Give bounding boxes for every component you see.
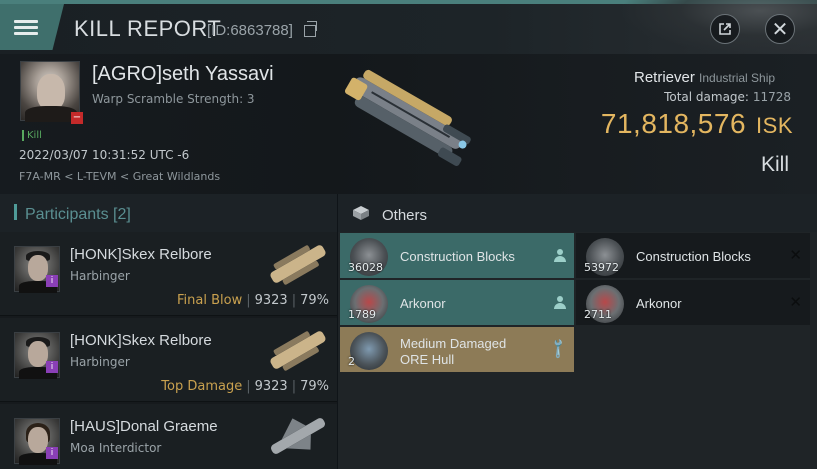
close-icon: ✕ xyxy=(771,17,789,41)
item-row[interactable]: 53972 Construction Blocks ✕ xyxy=(576,233,810,278)
participant-stats: Final Blow | 9323 | 79% xyxy=(177,293,329,308)
participant-tag: Top Damage xyxy=(161,379,243,394)
kill-report-header: KILL REPORT [ID:6863788] ✕ xyxy=(0,0,817,54)
isk-unit: ISK xyxy=(756,113,793,138)
isk-amount: 71,818,576 xyxy=(600,108,747,139)
participants-title: Participants [2] xyxy=(25,206,131,223)
item-row[interactable]: 2 Medium Damaged ORE Hull 🔧 xyxy=(340,327,574,372)
dropped-person-icon xyxy=(554,249,566,262)
victim-ship-image[interactable] xyxy=(322,64,486,176)
participant-row[interactable]: i [HONK]Skex Relbore Harbinger Final Blo… xyxy=(0,232,337,316)
ship-class: Industrial Ship xyxy=(699,71,776,85)
portrait-coat xyxy=(25,106,77,122)
destroyed-x-icon: ✕ xyxy=(789,293,802,311)
participant-stats: Top Damage | 9323 | 79% xyxy=(161,379,329,394)
participant-ship-image[interactable] xyxy=(262,324,334,376)
participant-tag: Final Blow xyxy=(177,293,243,308)
participant-percent: 79% xyxy=(300,379,329,394)
cargo-box-icon xyxy=(353,206,369,220)
copy-icon[interactable] xyxy=(304,21,317,37)
item-quantity: 53972 xyxy=(584,261,619,274)
others-panel: Others 36028 Construction Blocks 53972 C… xyxy=(338,194,817,469)
item-name: Arkonor xyxy=(400,296,446,311)
dropped-person-icon xyxy=(554,296,566,309)
item-name-line1: Medium Damaged xyxy=(400,336,507,351)
participant-name[interactable]: [HONK]Skex Relbore xyxy=(70,332,212,349)
participants-accent-bar xyxy=(14,204,17,220)
menu-button[interactable] xyxy=(0,4,64,50)
participant-name[interactable]: [HAUS]Donal Graeme xyxy=(70,418,218,435)
participant-name[interactable]: [HONK]Skex Relbore xyxy=(70,246,212,263)
participant-damage: 9323 xyxy=(254,379,288,394)
item-name: Construction Blocks xyxy=(400,249,515,264)
page-title: KILL REPORT xyxy=(74,16,222,41)
item-quantity: 2711 xyxy=(584,308,612,321)
victim-name[interactable]: [AGRO]seth Yassavi xyxy=(92,63,274,86)
victim-ship-type[interactable]: Retriever Industrial Ship xyxy=(634,69,775,86)
kill-tag: Kill xyxy=(22,130,42,141)
result-label: Kill xyxy=(760,153,789,176)
report-id: [ID:6863788] xyxy=(207,22,293,39)
item-name: Construction Blocks xyxy=(636,249,751,264)
item-quantity: 1789 xyxy=(348,308,376,321)
participant-ship: Harbinger xyxy=(70,355,130,369)
participants-panel: Participants [2] i [HONK]Skex Relbore Ha… xyxy=(0,194,337,469)
item-quantity: 2 xyxy=(348,355,355,368)
kill-datetime: 2022/03/07 10:31:52 UTC -6 xyxy=(19,148,190,162)
hamburger-icon xyxy=(14,17,38,38)
portrait-face xyxy=(37,74,65,110)
item-name: Arkonor xyxy=(636,296,682,311)
external-link-icon xyxy=(719,23,731,35)
warp-scramble-strength: Warp Scramble Strength: 3 xyxy=(92,92,255,106)
wrench-icon: 🔧 xyxy=(545,337,570,361)
total-damage-label: Total damage: xyxy=(664,90,749,104)
item-name: Medium Damaged ORE Hull xyxy=(400,336,506,368)
standing-minus-icon: − xyxy=(71,112,83,124)
item-row[interactable]: 1789 Arkonor xyxy=(340,280,574,325)
participants-header[interactable]: Participants [2] xyxy=(0,194,337,232)
others-title: Others xyxy=(382,207,428,224)
participant-percent: 79% xyxy=(300,293,329,308)
participant-damage: 9323 xyxy=(254,293,288,308)
participant-ship: Moa Interdictor xyxy=(70,441,162,455)
participant-ship: Harbinger xyxy=(70,269,130,283)
total-damage-value: 11728 xyxy=(752,90,791,104)
ship-name: Retriever xyxy=(634,69,695,86)
participant-row[interactable]: i [HONK]Skex Relbore Harbinger Top Damag… xyxy=(0,318,337,402)
info-icon[interactable]: i xyxy=(46,361,58,373)
ore-hull-icon xyxy=(350,332,388,370)
item-name-line2: ORE Hull xyxy=(400,352,455,367)
info-icon[interactable]: i xyxy=(46,447,58,459)
info-icon[interactable]: i xyxy=(46,275,58,287)
close-button[interactable]: ✕ xyxy=(765,14,795,44)
total-damage: Total damage: 11728 xyxy=(664,90,791,104)
participant-ship-image[interactable] xyxy=(262,238,334,290)
item-quantity: 36028 xyxy=(348,261,383,274)
participant-row[interactable]: i [HAUS]Donal Graeme Moa Interdictor xyxy=(0,404,337,469)
kill-location[interactable]: F7A-MR < L-TEVM < Great Wildlands xyxy=(19,170,220,183)
item-row[interactable]: 2711 Arkonor ✕ xyxy=(576,280,810,325)
others-header: Others xyxy=(338,194,817,232)
share-button[interactable] xyxy=(710,14,740,44)
isk-value: 71,818,576 ISK xyxy=(601,108,793,140)
destroyed-x-icon: ✕ xyxy=(789,246,802,264)
participant-ship-image[interactable] xyxy=(262,410,334,462)
item-row[interactable]: 36028 Construction Blocks xyxy=(340,233,574,278)
